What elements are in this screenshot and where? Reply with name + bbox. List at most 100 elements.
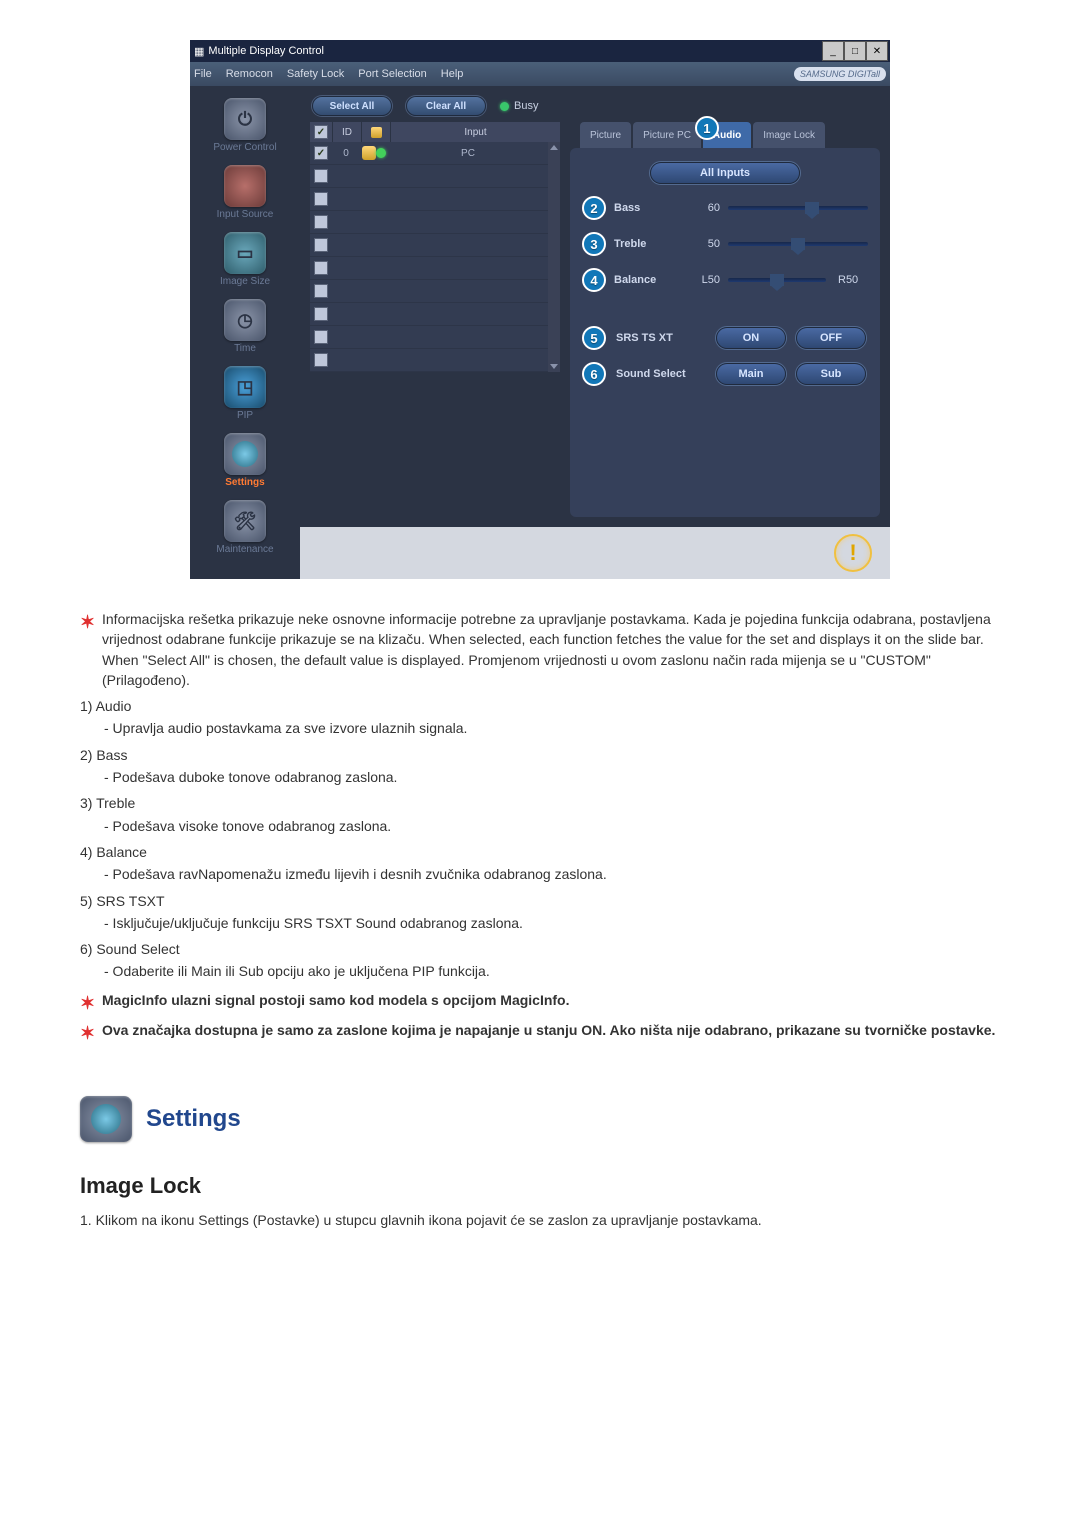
star-icon: ✶ <box>80 1020 98 1046</box>
tab-audio[interactable]: 1 Audio <box>703 122 751 148</box>
row-checkbox[interactable] <box>314 215 328 229</box>
select-all-button[interactable]: Select All <box>312 96 392 116</box>
table-row[interactable] <box>310 211 560 234</box>
row-checkbox[interactable] <box>314 169 328 183</box>
sound-main-button[interactable]: Main <box>716 363 786 385</box>
checkbox-icon[interactable]: ✓ <box>314 125 328 139</box>
sidebar-item-pip[interactable]: ◳ PIP <box>194 366 296 421</box>
bass-slider[interactable] <box>728 206 868 210</box>
row-checkbox[interactable] <box>314 284 328 298</box>
row-checkbox[interactable] <box>314 261 328 275</box>
row-checkbox[interactable] <box>314 353 328 367</box>
step-1-text: 1. Klikom na ikonu Settings (Postavke) u… <box>80 1210 1000 1230</box>
app-icon: ▦ <box>194 45 204 58</box>
table-row[interactable] <box>310 165 560 188</box>
time-icon: ◷ <box>224 299 266 341</box>
tab-picture-pc[interactable]: Picture PC <box>633 122 701 148</box>
scroll-up-icon[interactable] <box>550 145 558 150</box>
clear-all-button[interactable]: Clear All <box>406 96 486 116</box>
menu-safety-lock[interactable]: Safety Lock <box>287 68 344 80</box>
menu-help[interactable]: Help <box>441 68 464 80</box>
maximize-button[interactable]: □ <box>844 41 866 61</box>
treble-row: 3 Treble 50 <box>582 232 868 256</box>
callout-3: 3 <box>582 232 606 256</box>
busy-indicator: Busy <box>500 100 538 112</box>
brand-label: SAMSUNG DIGITall <box>794 67 886 81</box>
row-checkbox[interactable] <box>314 146 328 160</box>
sidebar-item-settings[interactable]: Settings <box>194 433 296 488</box>
table-row[interactable] <box>310 257 560 280</box>
table-row[interactable] <box>310 303 560 326</box>
settings-icon <box>224 433 266 475</box>
header-id: ID <box>333 122 362 142</box>
table-row[interactable] <box>310 326 560 349</box>
header-input: Input <box>391 122 560 142</box>
table-row[interactable] <box>310 349 560 372</box>
feature-list: 1) Audio - Upravlja audio postavkama za … <box>80 696 1000 982</box>
app-window: ▦ Multiple Display Control _ □ ✕ File Re… <box>190 40 890 579</box>
tab-image-lock[interactable]: Image Lock <box>753 122 825 148</box>
sidebar: ⏻ Power Control Input Source ▭ Image Siz… <box>190 86 300 579</box>
srs-on-button[interactable]: ON <box>716 327 786 349</box>
sidebar-item-time[interactable]: ◷ Time <box>194 299 296 354</box>
section-title: Settings <box>146 1102 241 1137</box>
status-lamp-icon <box>376 148 386 158</box>
pip-icon: ◳ <box>224 366 266 408</box>
all-inputs-button[interactable]: All Inputs <box>650 162 800 184</box>
sidebar-item-power-control[interactable]: ⏻ Power Control <box>194 98 296 153</box>
close-button[interactable]: ✕ <box>866 41 888 61</box>
sidebar-item-input-source[interactable]: Input Source <box>194 165 296 220</box>
table-row[interactable]: 0 PC <box>310 142 560 165</box>
power-icon: ⏻ <box>224 98 266 140</box>
scroll-down-icon[interactable] <box>550 364 558 369</box>
menu-remocon[interactable]: Remocon <box>226 68 273 80</box>
table-row[interactable] <box>310 280 560 303</box>
document-content: ✶ Informacijska rešetka prikazuje neke o… <box>80 609 1000 1230</box>
table-row[interactable] <box>310 234 560 257</box>
status-bar: ! <box>300 527 890 579</box>
toolbar: Select All Clear All Busy <box>300 86 890 122</box>
row-checkbox[interactable] <box>314 238 328 252</box>
header-check[interactable]: ✓ <box>310 122 333 142</box>
bass-row: 2 Bass 60 <box>582 196 868 220</box>
balance-slider[interactable] <box>728 278 826 282</box>
callout-1: 1 <box>695 116 719 140</box>
note-availability: Ova značajka dostupna je samo za zaslone… <box>102 1020 1000 1046</box>
note-magicinfo: MagicInfo ulazni signal postoji samo kod… <box>102 990 1000 1016</box>
panel-tabs: Picture Picture PC 1 Audio Image Lock <box>580 122 880 148</box>
table-scrollbar[interactable] <box>548 142 560 372</box>
heading-image-lock: Image Lock <box>80 1170 1000 1202</box>
treble-slider[interactable] <box>728 242 868 246</box>
sidebar-item-image-size[interactable]: ▭ Image Size <box>194 232 296 287</box>
sound-select-row: 6 Sound Select Main Sub <box>582 362 868 386</box>
menu-file[interactable]: File <box>194 68 212 80</box>
sound-sub-button[interactable]: Sub <box>796 363 866 385</box>
sidebar-item-maintenance[interactable]: 🛠 Maintenance <box>194 500 296 555</box>
balance-row: 4 Balance L50 R50 <box>582 268 868 292</box>
star-icon: ✶ <box>80 990 98 1016</box>
settings-panel: Picture Picture PC 1 Audio Image Lock Al… <box>570 122 880 517</box>
slider-thumb-icon[interactable] <box>791 238 805 250</box>
row-checkbox[interactable] <box>314 192 328 206</box>
minimize-button[interactable]: _ <box>822 41 844 61</box>
tab-picture[interactable]: Picture <box>580 122 631 148</box>
settings-section-icon <box>80 1096 132 1142</box>
slider-thumb-icon[interactable] <box>770 274 784 286</box>
srs-off-button[interactable]: OFF <box>796 327 866 349</box>
intro-text: Informacijska rešetka prikazuje neke osn… <box>102 609 1000 690</box>
lamp-icon <box>371 127 382 138</box>
window-controls: _ □ ✕ <box>822 41 888 61</box>
callout-5: 5 <box>582 326 606 350</box>
header-status-icon <box>362 122 391 142</box>
row-status <box>360 146 388 160</box>
row-checkbox[interactable] <box>314 307 328 321</box>
callout-2: 2 <box>582 196 606 220</box>
warning-icon: ! <box>834 534 872 572</box>
slider-thumb-icon[interactable] <box>805 202 819 214</box>
window-title: Multiple Display Control <box>208 45 324 57</box>
window-titlebar: ▦ Multiple Display Control _ □ ✕ <box>190 40 890 62</box>
menubar: File Remocon Safety Lock Port Selection … <box>190 62 890 86</box>
table-row[interactable] <box>310 188 560 211</box>
menu-port-selection[interactable]: Port Selection <box>358 68 426 80</box>
row-checkbox[interactable] <box>314 330 328 344</box>
